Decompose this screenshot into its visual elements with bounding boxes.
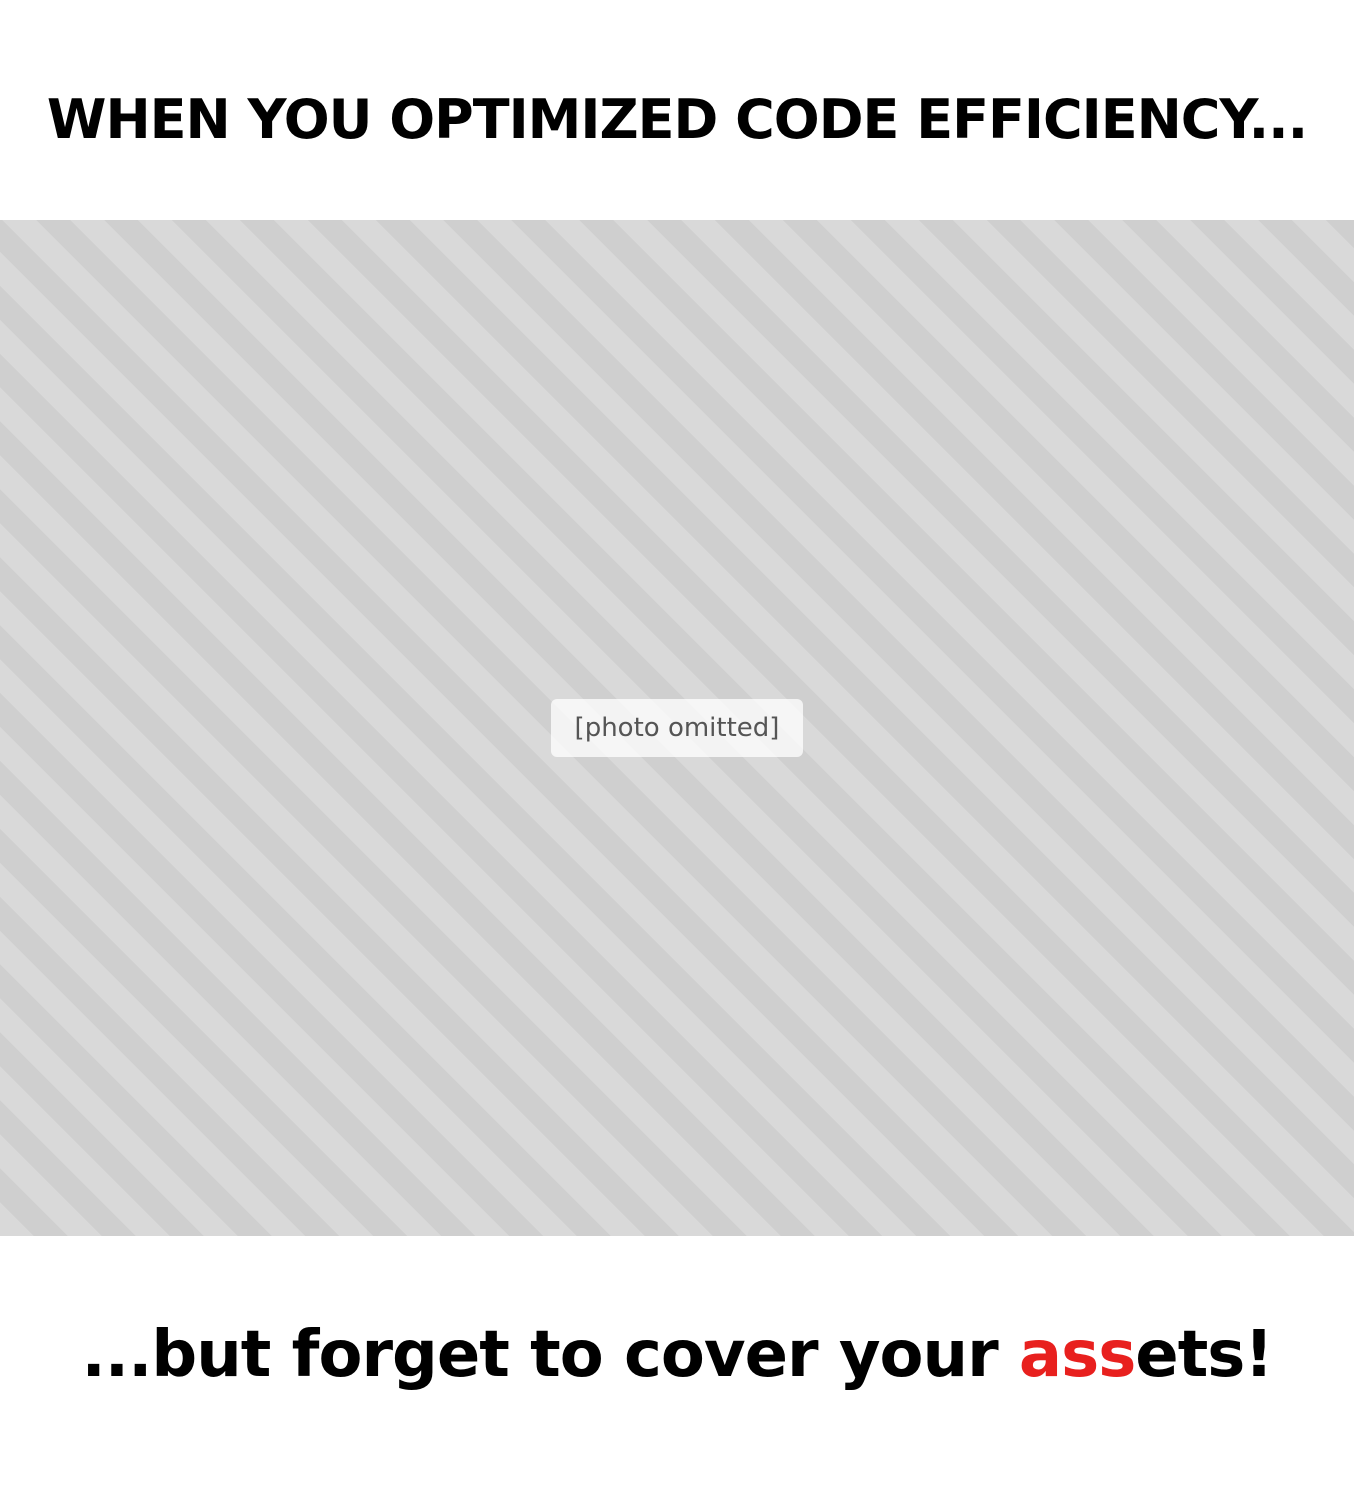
bottom-caption: ...but forget to cover your assets! xyxy=(0,1318,1354,1392)
bottom-caption-start: ...but forget to cover your xyxy=(81,1318,1019,1392)
placeholder-note: [photo omitted] xyxy=(550,699,804,757)
top-caption: WHEN YOU OPTIMIZED CODE EFFICIENCY... xyxy=(46,88,1308,151)
photo-placeholder: [photo omitted] xyxy=(0,220,1354,1236)
bottom-caption-end: ets! xyxy=(1135,1318,1273,1392)
bottom-caption-highlight: ass xyxy=(1018,1318,1136,1392)
